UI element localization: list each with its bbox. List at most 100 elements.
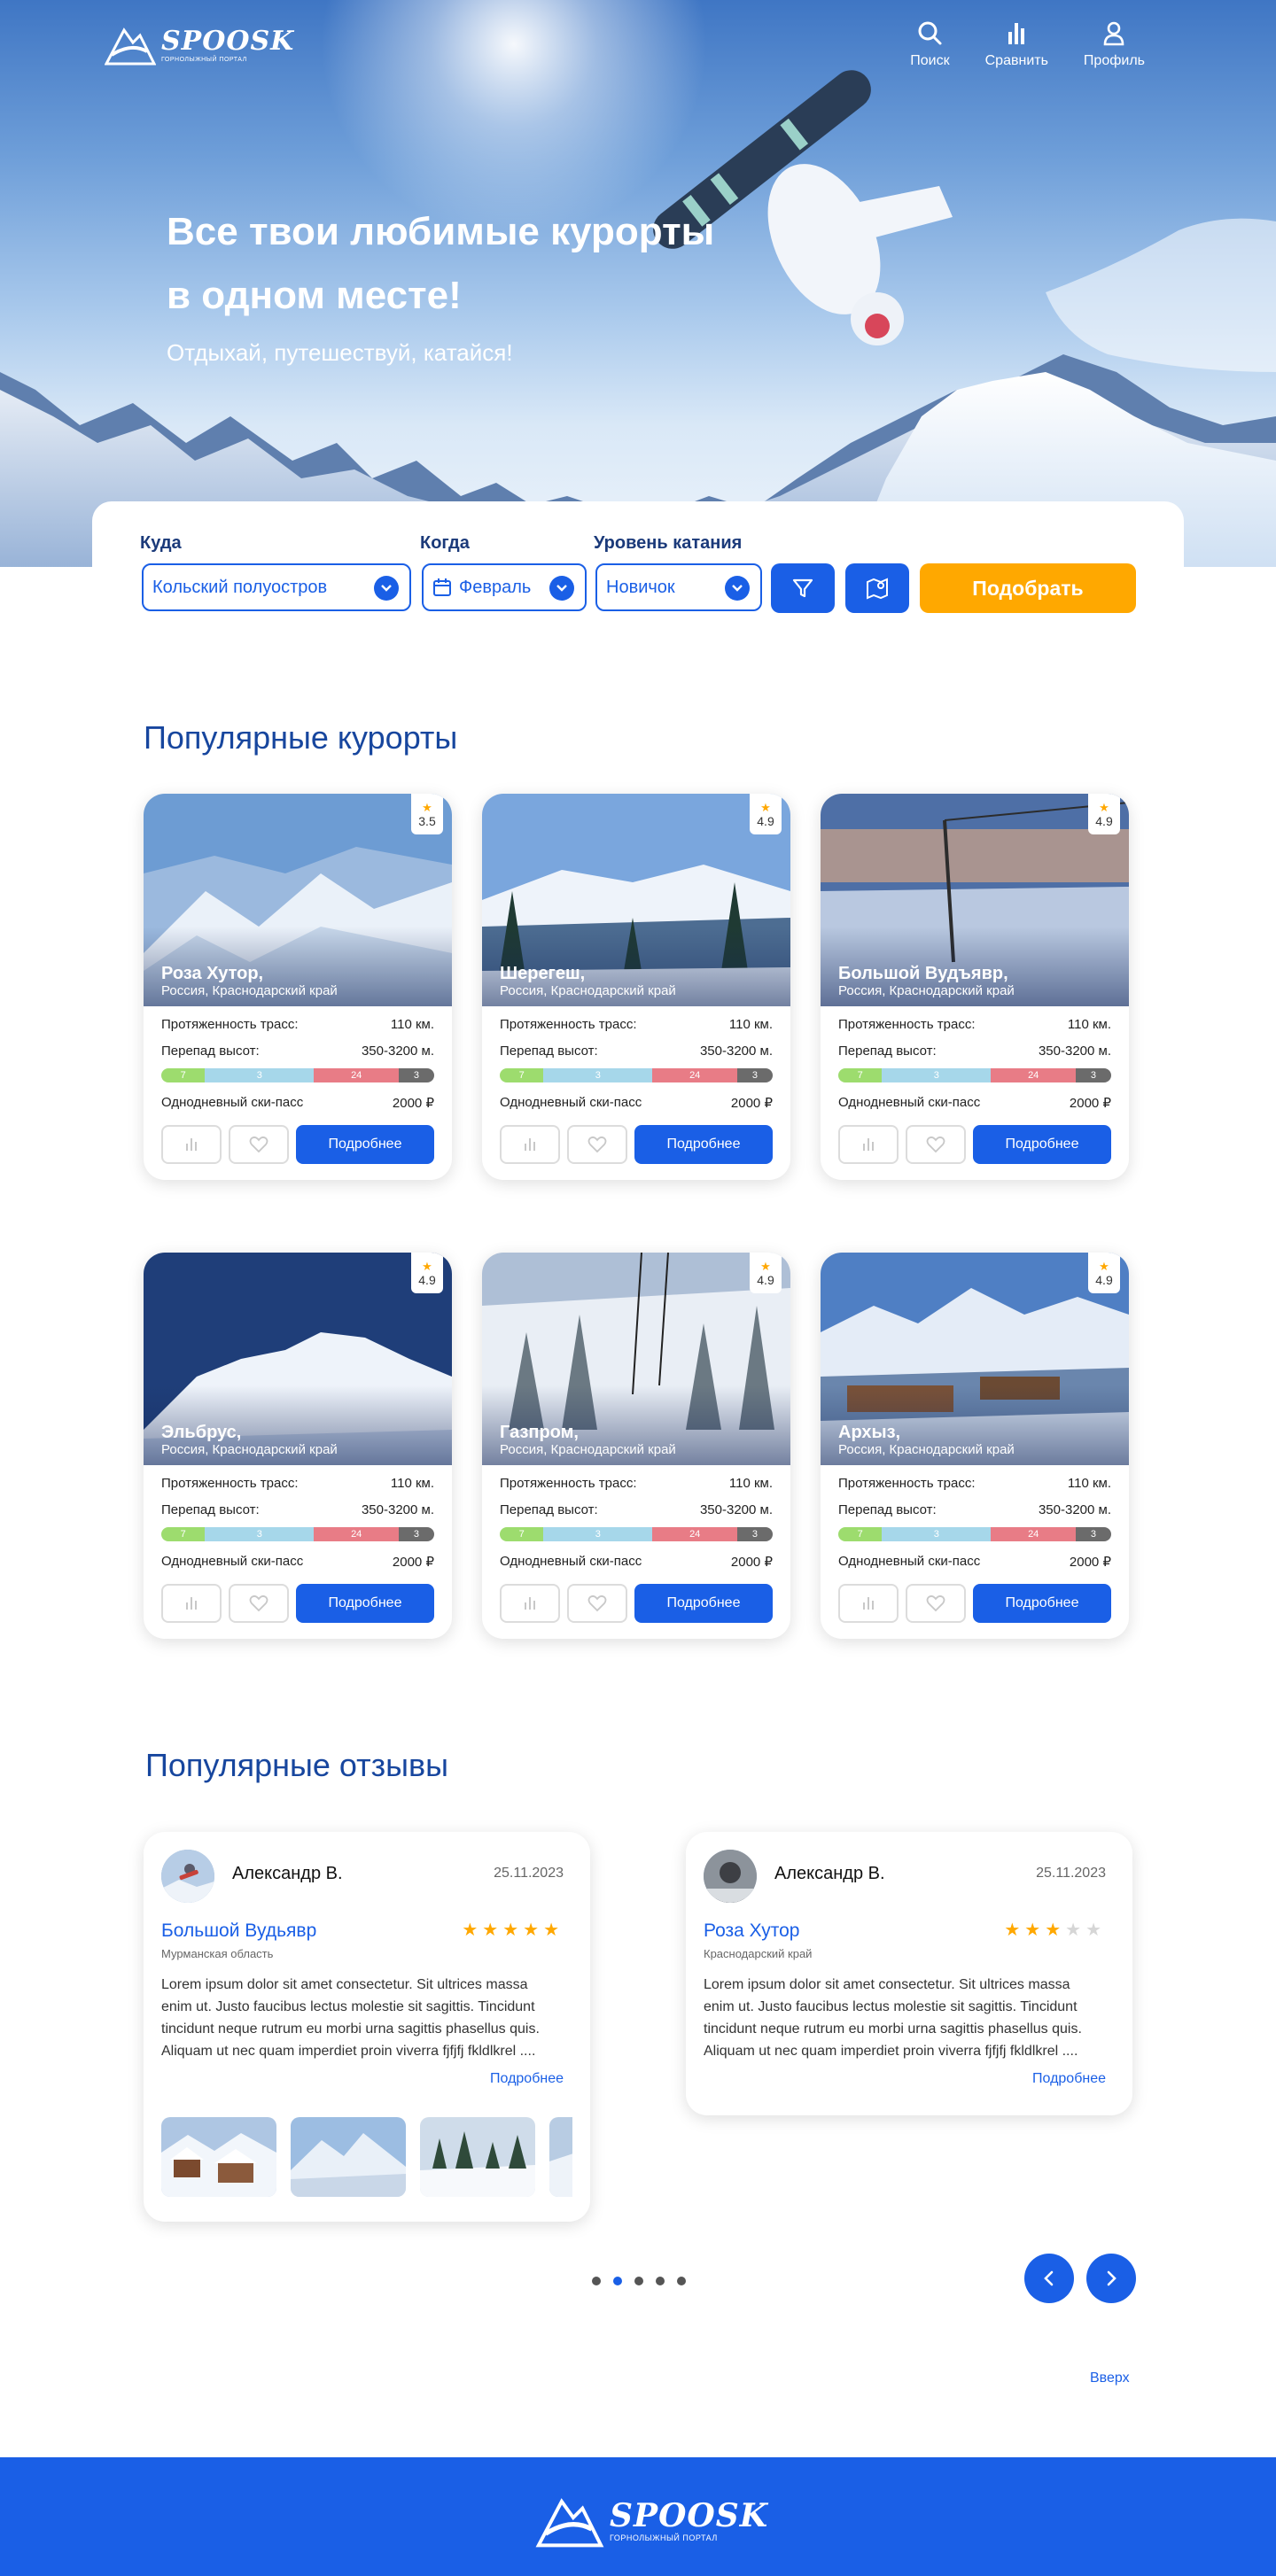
review-more-link[interactable]: Подробнее [490, 2071, 564, 2087]
resort-card[interactable]: ★ 4.9 Большой Вудъявр, Россия, Краснодар… [821, 794, 1129, 1180]
favorite-button[interactable] [567, 1584, 627, 1623]
brand-logo[interactable]: SPOOSK ГОРНОЛЫЖНЫЙ ПОРТАЛ [105, 25, 294, 66]
chevron-left-icon [1044, 2270, 1054, 2286]
bar-chart-icon [863, 1138, 874, 1151]
details-button[interactable]: Подробнее [973, 1584, 1111, 1623]
compare-button[interactable] [838, 1125, 899, 1164]
review-photo[interactable] [291, 2117, 406, 2197]
review-card[interactable]: Александр В. 25.11.2023 Роза Хутор ★★★★★… [686, 1832, 1132, 2115]
compare-button[interactable] [161, 1125, 222, 1164]
review-resort-link[interactable]: Большой Вудьявр [161, 1920, 316, 1942]
nav-search[interactable]: Поиск [910, 19, 950, 69]
compare-button[interactable] [500, 1125, 560, 1164]
length-label: Протяженность трасс: [161, 1476, 299, 1491]
scroll-to-top-link[interactable]: Вверх [1090, 2370, 1130, 2386]
length-label: Протяженность трасс: [838, 1017, 976, 1032]
length-row: Протяженность трасс: 110 км. [161, 1476, 434, 1491]
resort-region: Россия, Краснодарский край [838, 1442, 1015, 1457]
review-resort-link[interactable]: Роза Хутор [704, 1920, 799, 1942]
star-icon: ★ [1099, 800, 1109, 814]
skipass-value: 2000 ₽ [730, 1096, 773, 1111]
length-row: Протяженность трасс: 110 км. [838, 1017, 1111, 1032]
details-button[interactable]: Подробнее [296, 1125, 434, 1164]
length-label: Протяженность трасс: [500, 1017, 637, 1032]
review-photo[interactable] [420, 2117, 535, 2197]
review-author: Александр В. [232, 1864, 343, 1883]
slope-difficulty-bar: 7 3 24 3 [838, 1068, 1111, 1082]
slope-red: 24 [314, 1068, 399, 1082]
resort-name: Газпром, [500, 1423, 579, 1442]
favorite-button[interactable] [229, 1125, 289, 1164]
elevation-label: Перепад высот: [161, 1044, 260, 1059]
skipass-value: 2000 ₽ [1069, 1555, 1111, 1570]
where-select[interactable]: Кольский полуостров [142, 563, 411, 611]
nav-profile[interactable]: Профиль [1084, 19, 1145, 69]
footer-brand-tagline: ГОРНОЛЫЖНЫЙ ПОРТАЛ [610, 2533, 718, 2542]
slope-black: 3 [736, 1068, 773, 1082]
resort-region: Россия, Краснодарский край [500, 1442, 676, 1457]
when-select[interactable]: Февраль [422, 563, 587, 611]
length-row: Протяженность трасс: 110 км. [161, 1017, 434, 1032]
skipass-label: Однодневный ски-пасс [838, 1554, 981, 1569]
resort-card[interactable]: ★ 3.5 Роза Хутор, Россия, Краснодарский … [144, 794, 452, 1180]
footer-logo[interactable]: SPOOSK ГОРНОЛЫЖНЫЙ ПОРТАЛ [535, 2495, 768, 2548]
slope-difficulty-bar: 7 3 24 3 [161, 1068, 434, 1082]
compare-button[interactable] [500, 1584, 560, 1623]
favorite-button[interactable] [906, 1584, 966, 1623]
elevation-row: Перепад высот: 350-3200 м. [838, 1044, 1111, 1059]
favorite-button[interactable] [567, 1125, 627, 1164]
avatar [161, 1850, 214, 1903]
resort-name: Эльбрус, [161, 1423, 242, 1442]
rating-value: 4.9 [757, 1272, 774, 1287]
star-icon: ★ [543, 1920, 564, 1940]
nav-compare[interactable]: Сравнить [985, 19, 1048, 69]
rating-value: 4.9 [418, 1272, 436, 1287]
carousel-dot[interactable] [613, 2277, 622, 2285]
brand-name: SPOOSK [161, 25, 295, 57]
elevation-value: 350-3200 м. [1038, 1502, 1111, 1517]
chevron-down-icon [725, 576, 750, 601]
carousel-dots [592, 2277, 686, 2285]
carousel-dot[interactable] [656, 2277, 665, 2285]
details-button[interactable]: Подробнее [634, 1584, 773, 1623]
elevation-label: Перепад высот: [838, 1044, 937, 1059]
resort-card[interactable]: ★ 4.9 Шерегеш, Россия, Краснодарский кра… [482, 794, 790, 1180]
star-icon: ★ [482, 1920, 503, 1940]
skipass-row: Однодневный ски-пасс 2000 ₽ [500, 1554, 773, 1570]
details-button[interactable]: Подробнее [634, 1125, 773, 1164]
card-actions: Подробнее [161, 1584, 434, 1623]
search-panel: Куда Кольский полуостров Когда Февраль У… [92, 501, 1184, 643]
carousel-next-button[interactable] [1086, 2254, 1136, 2303]
level-select[interactable]: Новичок [595, 563, 762, 611]
slope-green: 7 [838, 1068, 883, 1082]
card-actions: Подробнее [838, 1584, 1111, 1623]
resort-name: Архыз, [838, 1423, 901, 1442]
details-button[interactable]: Подробнее [296, 1584, 434, 1623]
review-photo[interactable] [161, 2117, 276, 2197]
compare-button[interactable] [838, 1584, 899, 1623]
filter-button[interactable] [771, 563, 835, 613]
slope-green: 7 [500, 1527, 544, 1541]
carousel-dot[interactable] [634, 2277, 643, 2285]
elevation-row: Перепад высот: 350-3200 м. [500, 1502, 773, 1517]
submit-search-button[interactable]: Подобрать [920, 563, 1136, 613]
details-button[interactable]: Подробнее [973, 1125, 1111, 1164]
favorite-button[interactable] [906, 1125, 966, 1164]
map-button[interactable] [845, 563, 909, 613]
compare-button[interactable] [161, 1584, 222, 1623]
resort-card[interactable]: ★ 4.9 Газпром, Россия, Краснодарский кра… [482, 1253, 790, 1639]
length-row: Протяженность трасс: 110 км. [838, 1476, 1111, 1491]
resort-card[interactable]: ★ 4.9 Эльбрус, Россия, Краснодарский кра… [144, 1253, 452, 1639]
carousel-prev-button[interactable] [1024, 2254, 1074, 2303]
favorite-button[interactable] [229, 1584, 289, 1623]
slope-black: 3 [1075, 1527, 1111, 1541]
resort-card[interactable]: ★ 4.9 Архыз, Россия, Краснодарский край … [821, 1253, 1129, 1639]
review-photo[interactable] [549, 2117, 572, 2197]
bar-chart-icon [525, 1138, 535, 1151]
where-label: Куда [140, 533, 182, 553]
review-card[interactable]: Александр В. 25.11.2023 Большой Вудьявр … [144, 1832, 590, 2222]
review-more-link[interactable]: Подробнее [1032, 2071, 1106, 2087]
carousel-dot[interactable] [677, 2277, 686, 2285]
carousel-dot[interactable] [592, 2277, 601, 2285]
elevation-label: Перепад высот: [500, 1044, 598, 1059]
